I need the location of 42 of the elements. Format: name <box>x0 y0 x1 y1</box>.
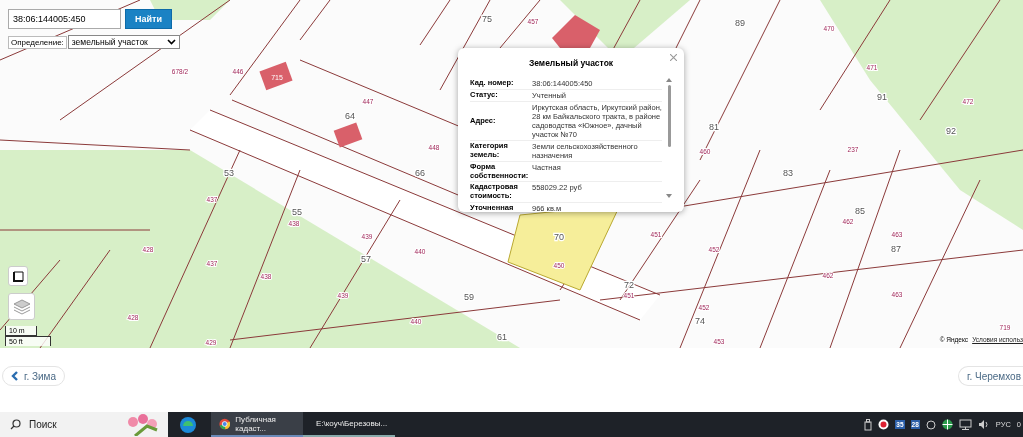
parcel-number: 59 <box>464 292 474 302</box>
scroll-down-icon[interactable] <box>666 194 672 198</box>
browser-icon[interactable] <box>179 415 197 434</box>
parcel-number: 74 <box>695 316 705 326</box>
parcel-number: 64 <box>345 111 355 121</box>
square-icon <box>12 270 24 282</box>
layers-icon <box>12 298 31 315</box>
taskbar-window-button[interactable]: Публичная кадаст... <box>211 412 303 437</box>
chevron-down-icon <box>166 39 176 45</box>
parcel-number: 70 <box>554 232 564 242</box>
parcel-number: 55 <box>292 207 302 217</box>
parcel-number: 92 <box>946 126 956 136</box>
parcel-number: 89 <box>735 18 745 28</box>
chevron-left-icon <box>11 371 18 381</box>
usb-icon <box>864 418 873 431</box>
popup-title: Земельный участок <box>527 58 615 68</box>
definition-dropdown[interactable]: земельный участок <box>67 35 180 49</box>
parcel-number: 85 <box>855 206 865 216</box>
parcel-number: 91 <box>877 92 887 102</box>
globe-icon <box>941 419 953 430</box>
search-icon <box>10 419 21 430</box>
parcel-number: 61 <box>497 332 507 342</box>
close-icon[interactable] <box>670 54 677 61</box>
cadastral-number-field[interactable]: 38:06:144005:450 <box>8 9 121 29</box>
chrome-icon <box>219 416 231 431</box>
circle-icon <box>925 419 936 430</box>
previous-city-button[interactable]: г. Зима <box>2 366 66 386</box>
taskbar-window-button[interactable]: E:\коуч\Березовы... <box>303 412 395 437</box>
select-area-button[interactable] <box>8 266 28 286</box>
taskbar-search-field[interactable]: Поиск <box>0 412 168 437</box>
parcel-number: 75 <box>482 14 492 24</box>
parcel-number: 66 <box>415 168 425 178</box>
find-button[interactable]: Найти <box>125 9 172 29</box>
layers-button[interactable] <box>8 293 35 320</box>
speaker-icon <box>977 419 990 430</box>
next-city-button[interactable]: г. Черемхов <box>958 366 1023 386</box>
shield-icon <box>878 419 890 430</box>
parcel-number: 83 <box>783 168 793 178</box>
scroll-up-icon[interactable] <box>666 78 672 82</box>
network-icon <box>958 419 972 430</box>
popup-scrollbar[interactable] <box>666 78 672 198</box>
parcel-number: 87 <box>891 244 901 254</box>
